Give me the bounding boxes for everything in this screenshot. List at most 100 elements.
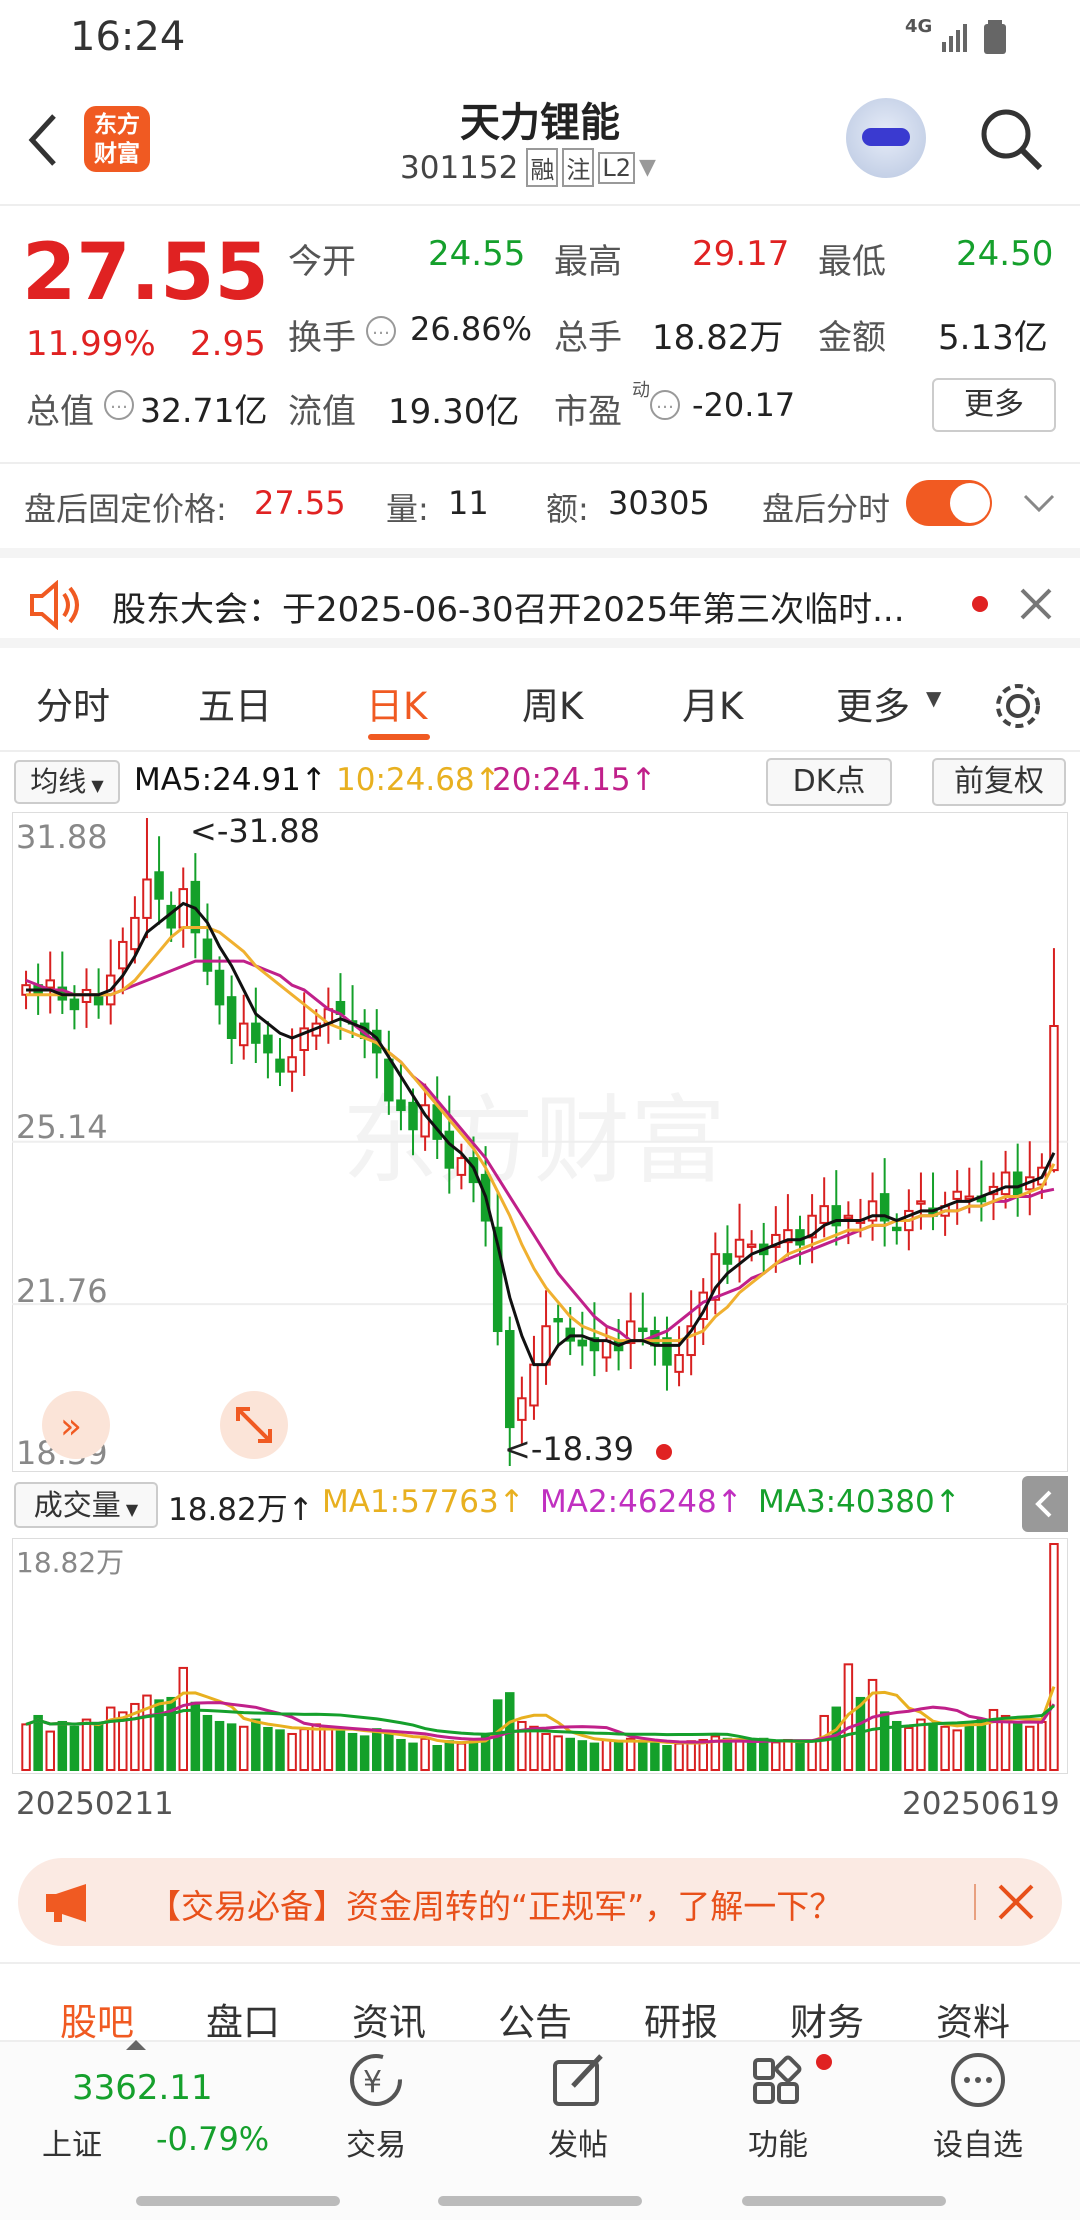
annotation-low: <-18.39 xyxy=(504,1430,634,1468)
candle-body xyxy=(891,1226,902,1232)
volume-bar xyxy=(1012,1723,1023,1771)
volume-bar xyxy=(613,1741,624,1772)
volume-bar xyxy=(202,1714,213,1772)
volume-bar xyxy=(33,1714,43,1772)
info-tabs: 股吧 盘口 资讯 公告 研报 财务 资料 xyxy=(0,1962,1080,2044)
tab-research[interactable]: 研报 xyxy=(644,1992,718,2046)
volume-chart[interactable]: 18.82万 xyxy=(12,1538,1068,1774)
nav-trade[interactable]: ¥ 交易 xyxy=(316,2050,436,2164)
candle-body xyxy=(384,1058,394,1102)
candle-body xyxy=(819,1205,829,1224)
notice-text[interactable]: 股东大会：于2025-06-30召开2025年第三次临时... xyxy=(112,582,905,631)
volume-bar xyxy=(347,1732,358,1772)
volume-bar xyxy=(807,1740,817,1771)
after-hours-row: 盘后固定价格: 27.55 量: 11 额: 30305 盘后分时 xyxy=(0,462,1080,542)
candle-body xyxy=(287,1056,297,1073)
volume-bar xyxy=(952,1729,962,1772)
volume-bar xyxy=(891,1720,902,1771)
candle-body xyxy=(964,1195,975,1200)
adjust-button[interactable]: 前复权 xyxy=(932,758,1066,806)
notice-bar[interactable]: 股东大会：于2025-06-30召开2025年第三次临时... xyxy=(0,548,1080,648)
volume-bar xyxy=(57,1720,68,1771)
tab-announcements[interactable]: 公告 xyxy=(498,1992,572,2046)
candle-body xyxy=(238,1022,249,1047)
volume-bar xyxy=(529,1725,539,1771)
search-icon[interactable] xyxy=(976,104,1046,174)
tab-news[interactable]: 资讯 xyxy=(352,1992,426,2046)
after-amt: 30305 xyxy=(608,484,710,522)
candle-body xyxy=(275,1058,285,1073)
tab-daily-k[interactable]: 日K xyxy=(366,676,427,730)
nav-add-watchlist[interactable]: 设自选 xyxy=(918,2050,1038,2164)
stock-code-row[interactable]: 301152 融 注 L2 ▼ xyxy=(400,148,656,187)
turnover-label: 换手 xyxy=(288,318,356,358)
amount-value: 5.13亿 xyxy=(938,318,1048,358)
candle-body xyxy=(577,1339,588,1347)
volume-bar xyxy=(734,1740,745,1771)
candle-body xyxy=(178,888,189,929)
stock-code: 301152 xyxy=(400,149,519,186)
nav-post[interactable]: 发帖 xyxy=(518,2050,638,2164)
marker-dot xyxy=(656,1444,672,1460)
indicator-selector[interactable]: 均线 ▼ xyxy=(14,760,120,804)
volume-selector[interactable]: 成交量 ▼ xyxy=(14,1482,158,1528)
volume-bar xyxy=(589,1742,600,1772)
after-hours-toggle[interactable] xyxy=(906,480,992,526)
gear-icon[interactable] xyxy=(990,678,1046,734)
candle-body xyxy=(1049,1024,1059,1172)
tab-five-day[interactable]: 五日 xyxy=(198,676,272,730)
promo-banner[interactable]: 【交易必备】资金周转的“正规军”，了解一下？ xyxy=(18,1858,1062,1946)
candle-body xyxy=(118,940,128,970)
tab-financials[interactable]: 财务 xyxy=(790,1992,864,2046)
promo-text[interactable]: 【交易必备】资金周转的“正规军”，了解一下？ xyxy=(148,1880,842,1928)
volume-bar xyxy=(541,1732,551,1772)
candle-body xyxy=(408,1101,418,1131)
volume-bar xyxy=(1049,1543,1059,1771)
tab-forum[interactable]: 股吧 xyxy=(60,1992,134,2046)
candle-body xyxy=(746,1243,757,1248)
chevron-down-icon: ▼ xyxy=(926,686,942,710)
close-icon[interactable] xyxy=(996,1882,1036,1922)
close-icon[interactable] xyxy=(1018,586,1054,622)
index-change[interactable]: -0.79% xyxy=(156,2120,269,2158)
info-icon[interactable]: … xyxy=(104,390,134,420)
tab-profile[interactable]: 资料 xyxy=(936,1992,1010,2046)
volume-y-tick: 18.82万 xyxy=(16,1546,124,1579)
tab-monthly-k[interactable]: 月K xyxy=(682,676,743,730)
volume-bar xyxy=(1000,1714,1011,1772)
robot-avatar-icon[interactable] xyxy=(846,98,926,178)
volume-bar xyxy=(45,1730,55,1772)
more-button[interactable]: 更多 xyxy=(932,378,1056,432)
tab-more[interactable]: 更多 xyxy=(836,676,910,730)
info-icon[interactable]: … xyxy=(650,390,680,420)
candle-body xyxy=(69,998,80,1011)
collapse-panel-button[interactable] xyxy=(1022,1476,1068,1532)
y-tick-high: 31.88 xyxy=(16,818,108,856)
chevron-down-icon: ▼ xyxy=(638,155,656,180)
header: 东方 财富 天力锂能 301152 融 注 L2 ▼ xyxy=(0,80,1080,206)
volume-bar xyxy=(771,1741,781,1772)
index-name[interactable]: 上证 xyxy=(42,2120,102,2164)
volume-bar xyxy=(420,1737,430,1771)
tab-intraday[interactable]: 分时 xyxy=(36,676,110,730)
chart-tabs: 分时 五日 日K 周K 月K 更多 ▼ xyxy=(0,660,1080,752)
volume-bar xyxy=(783,1738,793,1771)
tab-weekly-k[interactable]: 周K xyxy=(522,676,583,730)
chevron-down-icon[interactable] xyxy=(1022,492,1056,514)
after-toggle-label: 盘后分时 xyxy=(762,490,891,528)
info-icon[interactable]: … xyxy=(366,316,396,346)
index-value[interactable]: 3362.11 xyxy=(72,2068,213,2108)
candlestick-chart[interactable]: 东方财富 31.88 25.14 21.76 18.39 <-31.88 <-1… xyxy=(12,812,1068,1472)
candle-body xyxy=(226,996,237,1040)
volume-bar xyxy=(1025,1725,1035,1771)
dk-point-button[interactable]: DK点 xyxy=(766,758,892,806)
volume-bar xyxy=(565,1737,575,1771)
volume-bar xyxy=(93,1722,104,1771)
volume-bar xyxy=(819,1714,829,1772)
after-vol-label: 量: xyxy=(386,490,429,528)
volume-bar xyxy=(275,1729,285,1772)
candle-body xyxy=(505,1330,515,1429)
candle-body xyxy=(396,1099,406,1112)
unread-dot xyxy=(972,596,988,612)
tab-orderbook[interactable]: 盘口 xyxy=(206,1992,280,2046)
